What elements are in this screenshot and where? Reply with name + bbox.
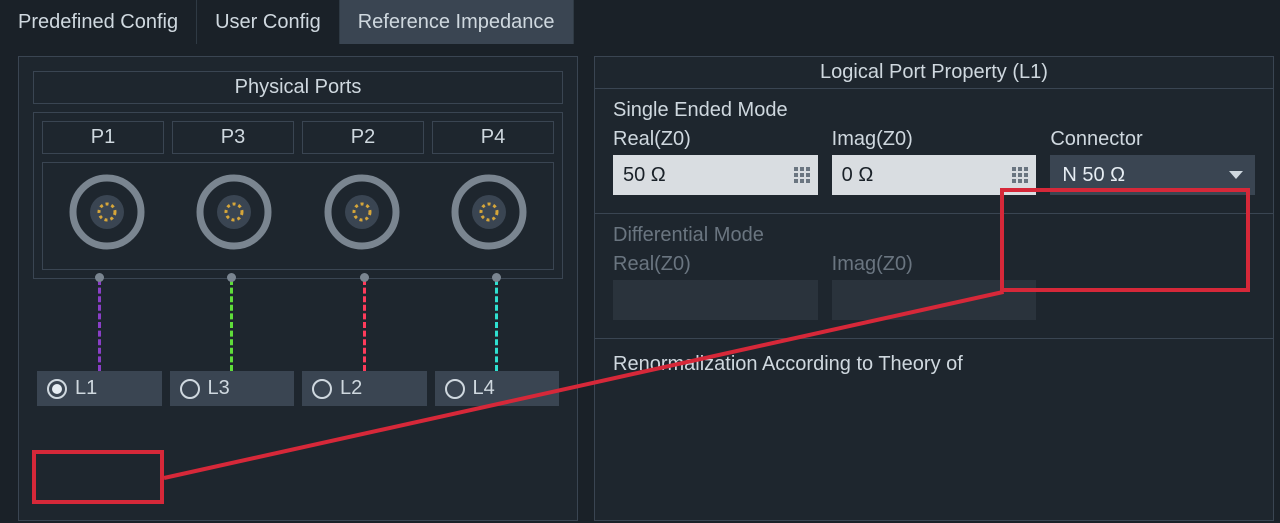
diff-real-z0-input	[613, 280, 818, 320]
real-z0-label: Real(Z0)	[613, 128, 818, 151]
logical-port-l4[interactable]: L4	[435, 371, 560, 406]
radio-icon	[47, 379, 67, 399]
logical-port-property-panel: Logical Port Property (L1) Single Ended …	[594, 56, 1274, 521]
connector-value: N 50 Ω	[1062, 164, 1125, 187]
connection-lines	[33, 279, 563, 371]
port-header: P4	[432, 121, 554, 154]
logical-ports-row: L1 L3 L2 L4	[33, 371, 563, 406]
logical-port-label: L2	[340, 377, 362, 400]
logical-port-l3[interactable]: L3	[170, 371, 295, 406]
tabs: Predefined Config User Config Reference …	[0, 0, 1280, 44]
imag-z0-input[interactable]	[832, 155, 1037, 195]
logical-port-l1[interactable]: L1	[37, 371, 162, 406]
diff-imag-z0-label: Imag(Z0)	[832, 253, 1037, 276]
keypad-icon[interactable]	[794, 167, 810, 183]
physical-ports-title: Physical Ports	[33, 71, 563, 104]
port-connector-icon[interactable]	[450, 173, 528, 251]
logical-port-property-title: Logical Port Property (L1)	[595, 57, 1273, 89]
physical-ports-panel: Physical Ports P1 P3 P2 P4	[18, 56, 578, 521]
differential-mode-label: Differential Mode	[595, 214, 1273, 253]
port-connector-icon[interactable]	[195, 173, 273, 251]
diff-real-z0-label: Real(Z0)	[613, 253, 818, 276]
keypad-icon[interactable]	[1012, 167, 1028, 183]
logical-port-label: L4	[473, 377, 495, 400]
radio-icon	[180, 379, 200, 399]
logical-port-l2[interactable]: L2	[302, 371, 427, 406]
logical-port-label: L3	[208, 377, 230, 400]
ports-box: P1 P3 P2 P4	[33, 112, 563, 279]
renormalization-label: Renormalization According to Theory of	[595, 339, 1273, 376]
connector-label: Connector	[1050, 128, 1255, 151]
tab-user-config[interactable]: User Config	[197, 0, 340, 44]
imag-z0-label: Imag(Z0)	[832, 128, 1037, 151]
real-z0-input[interactable]	[613, 155, 818, 195]
single-ended-mode-label: Single Ended Mode	[595, 89, 1273, 128]
chevron-down-icon	[1229, 171, 1243, 179]
radio-icon	[445, 379, 465, 399]
connection-line	[98, 279, 101, 371]
port-header: P3	[172, 121, 294, 154]
diff-imag-z0-input	[832, 280, 1037, 320]
radio-icon	[312, 379, 332, 399]
connection-line	[230, 279, 233, 371]
port-connector-icon[interactable]	[68, 173, 146, 251]
connection-line	[495, 279, 498, 371]
connection-line	[363, 279, 366, 371]
tab-predefined-config[interactable]: Predefined Config	[0, 0, 197, 44]
connector-select[interactable]: N 50 Ω	[1050, 155, 1255, 195]
tab-reference-impedance[interactable]: Reference Impedance	[340, 0, 574, 44]
port-connector-icon[interactable]	[323, 173, 401, 251]
port-header: P2	[302, 121, 424, 154]
port-header: P1	[42, 121, 164, 154]
logical-port-label: L1	[75, 377, 97, 400]
